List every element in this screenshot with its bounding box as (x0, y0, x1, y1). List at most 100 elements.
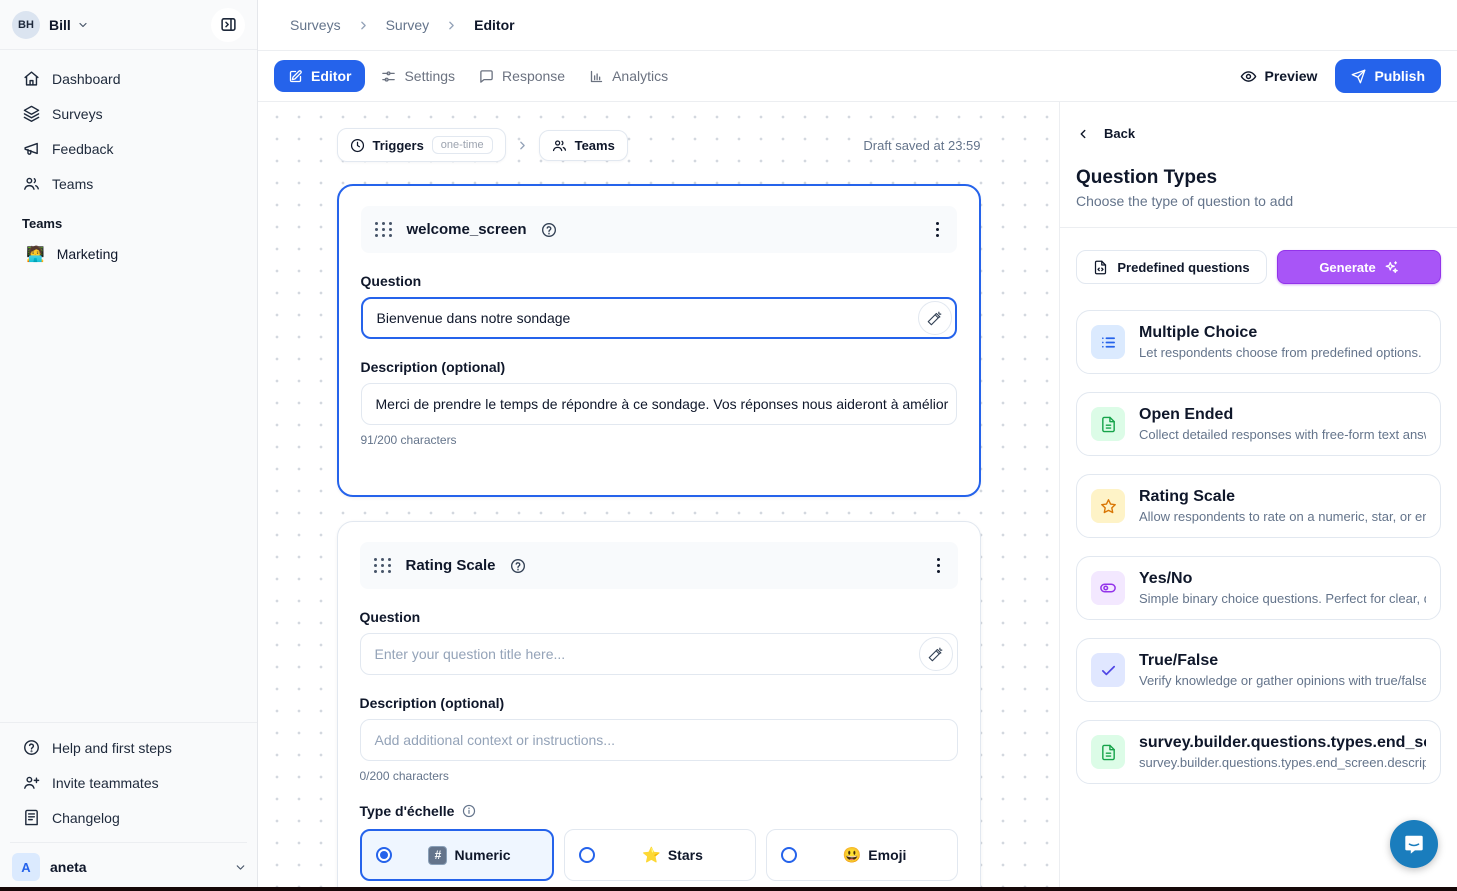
sidebar-item-invite[interactable]: Invite teammates (10, 766, 247, 799)
chat-launcher-button[interactable] (1390, 820, 1438, 868)
tab-label: Editor (311, 68, 351, 84)
sidebar-item-label: Help and first steps (52, 740, 172, 756)
type-card-open-ended[interactable]: Open Ended Collect detailed responses wi… (1076, 392, 1441, 456)
workspace-name: Bill (49, 17, 71, 33)
info-icon[interactable] (462, 804, 476, 818)
drag-handle-icon[interactable] (375, 222, 393, 237)
sidebar-item-help[interactable]: Help and first steps (10, 731, 247, 764)
radio-icon (781, 847, 797, 863)
generate-button[interactable]: Generate (1277, 250, 1441, 284)
chat-bubble-icon (1403, 833, 1425, 855)
breadcrumb-editor: Editor (474, 17, 514, 33)
survey-canvas[interactable]: Triggers one-time Teams Draft sav (258, 102, 1059, 891)
tab-response[interactable]: Response (467, 60, 577, 92)
scale-option-label: Stars (668, 847, 703, 863)
description-label: Description (optional) (361, 359, 957, 375)
tab-settings[interactable]: Settings (369, 60, 467, 92)
chevron-right-icon (357, 19, 370, 32)
breadcrumb-survey[interactable]: Survey (386, 17, 430, 33)
radio-icon (579, 847, 595, 863)
breadcrumb: Surveys Survey Editor (258, 0, 1457, 51)
question-card-title: welcome_screen (407, 221, 527, 238)
type-card-true-false[interactable]: True/False Verify knowledge or gather op… (1076, 638, 1441, 702)
type-name: Yes/No (1139, 570, 1426, 588)
predefined-questions-button[interactable]: Predefined questions (1076, 250, 1267, 284)
scale-type-label-text: Type d'échelle (360, 803, 455, 819)
question-title-input[interactable]: Bienvenue dans notre sondage (361, 297, 957, 339)
chevron-down-icon (234, 861, 247, 874)
triggers-pill[interactable]: Triggers one-time (337, 128, 506, 162)
back-button[interactable]: Back (1060, 126, 1457, 141)
help-circle-icon[interactable] (541, 222, 557, 238)
teams-pill[interactable]: Teams (539, 130, 628, 161)
predefined-label: Predefined questions (1117, 260, 1249, 275)
drag-handle-icon[interactable] (374, 558, 392, 573)
type-card-rating-scale[interactable]: Rating Scale Allow respondents to rate o… (1076, 474, 1441, 538)
chevron-down-icon (77, 19, 89, 31)
sidebar-item-dashboard[interactable]: Dashboard (10, 62, 247, 95)
question-label: Question (361, 273, 957, 289)
sidebar: BH Bill Dashboard Surveys (0, 0, 258, 891)
card-menu-icon[interactable] (932, 218, 943, 241)
magic-wand-button[interactable] (918, 301, 952, 335)
message-square-icon (479, 69, 494, 84)
chevron-left-icon (1076, 127, 1090, 141)
account-switcher[interactable]: A aneta (10, 842, 247, 881)
clock-icon (350, 138, 365, 153)
workspace-switcher[interactable]: BH Bill (0, 0, 257, 50)
tab-editor[interactable]: Editor (274, 60, 365, 92)
publish-label: Publish (1374, 68, 1425, 84)
panel-title: Question Types (1076, 167, 1441, 189)
chevron-right-icon (516, 139, 529, 152)
sidebar-item-surveys[interactable]: Surveys (10, 97, 247, 130)
magic-wand-button[interactable] (919, 637, 953, 671)
question-card-welcome-screen[interactable]: welcome_screen Question Bienvenue dans n… (337, 184, 981, 497)
type-card-end-screen[interactable]: survey.builder.questions.types.end_scr..… (1076, 720, 1441, 784)
account-name: aneta (50, 859, 87, 875)
sidebar-collapse-button[interactable] (211, 8, 245, 42)
scale-option-numeric[interactable]: # Numeric (360, 829, 554, 881)
question-title-input[interactable]: Enter your question title here... (360, 633, 958, 675)
scale-option-stars[interactable]: ⭐ Stars (564, 829, 756, 881)
file-text-icon (1091, 735, 1125, 769)
divider (1060, 227, 1457, 228)
publish-button[interactable]: Publish (1335, 59, 1441, 93)
type-name: Rating Scale (1139, 488, 1426, 506)
question-card-header[interactable]: Rating Scale (360, 542, 958, 589)
type-description: survey.builder.questions.types.end_scree… (1139, 755, 1426, 770)
question-card-header[interactable]: welcome_screen (361, 206, 957, 253)
type-card-multiple-choice[interactable]: Multiple Choice Let respondents choose f… (1076, 310, 1441, 374)
question-card-rating-scale[interactable]: Rating Scale Question Enter your questio… (337, 521, 981, 891)
users-icon (22, 175, 40, 192)
hash-keycap-icon: # (428, 846, 447, 865)
help-circle-icon[interactable] (510, 558, 526, 574)
sidebar-item-changelog[interactable]: Changelog (10, 801, 247, 834)
card-menu-icon[interactable] (933, 554, 944, 577)
sidebar-item-teams[interactable]: Teams (10, 167, 247, 200)
sidebar-item-label: Dashboard (52, 71, 121, 87)
sidebar-item-label: Teams (52, 176, 93, 192)
type-description: Verify knowledge or gather opinions with… (1139, 673, 1426, 688)
radio-selected-icon (376, 847, 392, 863)
char-counter: 91/200 characters (361, 433, 957, 447)
tab-analytics[interactable]: Analytics (577, 60, 680, 92)
teams-pill-label: Teams (575, 138, 615, 153)
question-types-panel: Back Question Types Choose the type of q… (1059, 102, 1457, 891)
type-card-yes-no[interactable]: Yes/No Simple binary choice questions. P… (1076, 556, 1441, 620)
toggle-icon (1091, 571, 1125, 605)
sidebar-item-feedback[interactable]: Feedback (10, 132, 247, 165)
question-card-title: Rating Scale (406, 557, 496, 574)
description-value: Merci de prendre le temps de répondre à … (376, 396, 949, 412)
description-input[interactable]: Add additional context or instructions..… (360, 719, 958, 761)
sidebar-item-marketing[interactable]: 🧑‍💻 Marketing (10, 237, 247, 271)
scale-option-label: Numeric (454, 847, 510, 863)
scale-option-emoji[interactable]: 😃 Emoji (766, 829, 958, 881)
breadcrumb-surveys[interactable]: Surveys (290, 17, 341, 33)
type-name: survey.builder.questions.types.end_scr..… (1139, 734, 1426, 752)
preview-button[interactable]: Preview (1240, 68, 1318, 85)
trigger-type-badge: one-time (432, 136, 493, 154)
type-name: Multiple Choice (1139, 324, 1426, 342)
sidebar-section-teams-label: Teams (10, 202, 247, 237)
description-input[interactable]: Merci de prendre le temps de répondre à … (361, 383, 957, 425)
app-window: BH Bill Dashboard Surveys (0, 0, 1457, 891)
